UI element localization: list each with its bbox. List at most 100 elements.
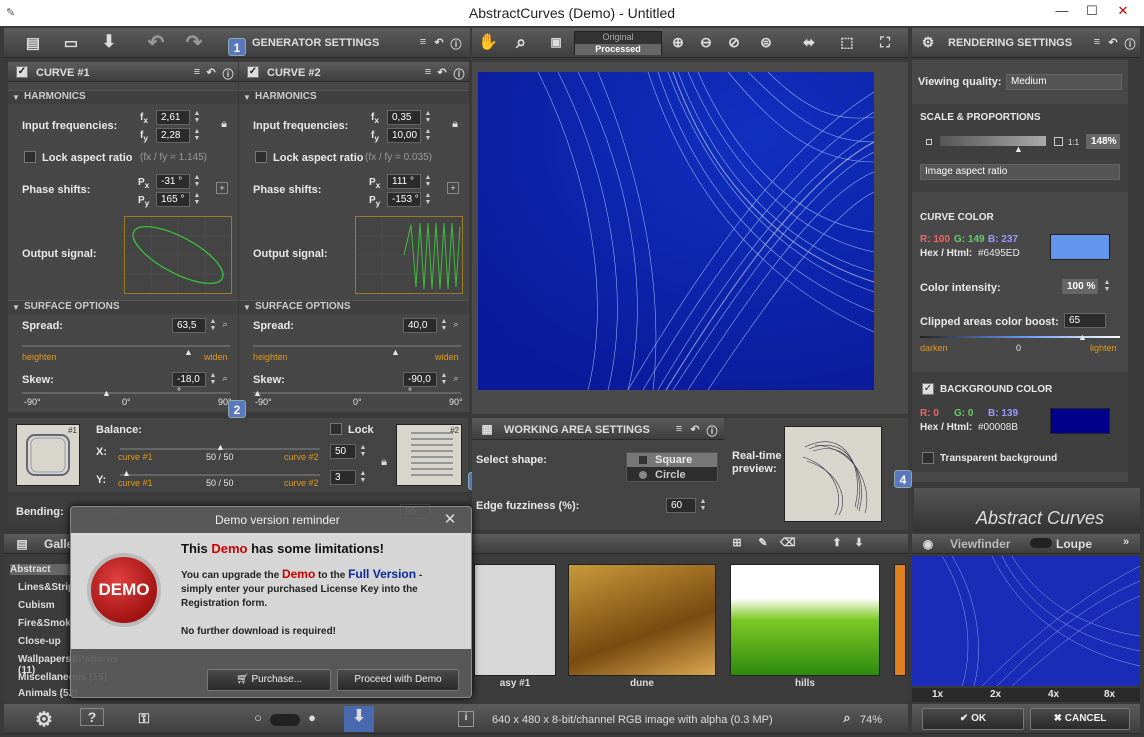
curve1-lock-aspect-checkbox[interactable]: [24, 151, 36, 163]
clipped-thumb[interactable]: ▲: [1078, 332, 1087, 342]
phase-link-icon[interactable]: +: [447, 182, 459, 194]
curve1-spread-stepper[interactable]: ▲ ▼: [208, 318, 218, 333]
fit-screen-icon[interactable]: ⬚: [836, 34, 858, 51]
balance-x-input[interactable]: 50: [330, 444, 356, 459]
curve1-fx-stepper[interactable]: ▲ ▼: [192, 110, 202, 125]
gallery-thumb-2[interactable]: [568, 564, 716, 676]
light-toggle[interactable]: [270, 714, 300, 726]
menu-icon[interactable]: ≡: [418, 36, 428, 48]
curve1-reset-icon[interactable]: ↶: [206, 66, 216, 79]
curve1-fx-input[interactable]: 2,61: [156, 110, 190, 125]
new-file-icon[interactable]: ▤: [24, 34, 42, 52]
original-processed-toggle[interactable]: Original Processed: [574, 31, 662, 55]
curve1-fy-stepper[interactable]: ▲ ▼: [192, 128, 202, 143]
zoom-in-icon[interactable]: ⊕: [670, 34, 686, 51]
bg-color-swatch[interactable]: [1050, 408, 1110, 434]
balance-y-input[interactable]: 3: [330, 470, 356, 485]
curve2-lock-aspect-checkbox[interactable]: [255, 151, 267, 163]
curve2-surface-section[interactable]: SURFACE OPTIONS: [239, 300, 469, 314]
edge-fuzziness-stepper[interactable]: ▲ ▼: [698, 498, 708, 513]
zoom-1x[interactable]: 1x: [932, 689, 943, 700]
working-reset-icon[interactable]: ↶: [690, 423, 700, 436]
expand-icon[interactable]: »: [1120, 536, 1132, 548]
shape-selector[interactable]: Square Circle: [626, 452, 718, 482]
curve1-thumbnail[interactable]: #1: [16, 424, 80, 486]
zoom-presets-icon[interactable]: ⊜: [756, 34, 776, 51]
curve1-spread-zoom-icon[interactable]: ⌕: [220, 319, 230, 330]
curve2-spread-slider[interactable]: [253, 345, 461, 347]
curve1-skew-slider[interactable]: [22, 392, 230, 394]
lock-icon[interactable]: 🔒︎: [218, 118, 230, 131]
rendering-reset-icon[interactable]: ↶: [1108, 36, 1118, 49]
gallery-add-icon[interactable]: ⊞: [730, 536, 744, 549]
shape-square-option[interactable]: Square: [627, 453, 717, 467]
gallery-thumb-3[interactable]: [730, 564, 880, 676]
balance-lock-checkbox[interactable]: [330, 423, 342, 435]
image-info-icon[interactable]: i: [458, 711, 474, 727]
demo-close-icon[interactable]: ✕: [441, 510, 459, 528]
balance-y-slider[interactable]: [120, 474, 320, 476]
undo-icon[interactable]: ↶: [144, 30, 168, 55]
export-download-icon[interactable]: ⬇: [344, 706, 374, 732]
curve2-spread-stepper[interactable]: ▲ ▼: [439, 318, 449, 333]
curve1-surface-section[interactable]: SURFACE OPTIONS: [8, 300, 238, 314]
curve2-fy-stepper[interactable]: ▲ ▼: [423, 128, 433, 143]
info-icon[interactable]: ⓘ: [450, 36, 462, 52]
curve2-skew-input[interactable]: -90,0 °: [403, 372, 437, 398]
curve2-px-stepper[interactable]: ▲ ▼: [423, 174, 433, 189]
viewfinder-label[interactable]: Viewfinder: [950, 537, 1010, 551]
clipped-input[interactable]: 65: [1064, 313, 1106, 328]
curve2-fx-input[interactable]: 0,35: [387, 110, 421, 125]
curve1-enable-checkbox[interactable]: ✓: [16, 66, 28, 78]
curve1-px-stepper[interactable]: ▲ ▼: [192, 174, 202, 189]
curve2-skew-stepper[interactable]: ▲ ▼: [439, 372, 449, 387]
working-info-icon[interactable]: ⓘ: [706, 423, 718, 439]
viewing-quality-select[interactable]: Medium: [1006, 74, 1122, 90]
canvas-area[interactable]: [472, 62, 908, 414]
curve1-harmonics-section[interactable]: HARMONICS: [8, 90, 238, 104]
image-view-icon[interactable]: ▣: [548, 35, 564, 49]
curve1-spread-thumb[interactable]: ▲: [184, 347, 193, 357]
rendering-menu-icon[interactable]: ≡: [1092, 36, 1102, 48]
purchase-button[interactable]: 🛒︎ Purchase...: [207, 669, 331, 691]
curve1-px-input[interactable]: -31 °: [156, 174, 190, 189]
phase-link-icon[interactable]: +: [216, 182, 228, 194]
zoom-reset-icon[interactable]: ⊘: [726, 34, 742, 51]
curve1-py-input[interactable]: 165 °: [156, 192, 190, 207]
curve2-thumbnail[interactable]: #2: [396, 424, 462, 486]
bulb-on-icon[interactable]: ●: [306, 710, 318, 725]
gallery-item[interactable]: Close-up: [18, 636, 61, 647]
curve2-fx-stepper[interactable]: ▲ ▼: [423, 110, 433, 125]
balance-y-thumb[interactable]: ▲: [122, 468, 131, 478]
gallery-download-icon[interactable]: ⬇: [852, 536, 866, 549]
curve2-harmonics-section[interactable]: HARMONICS: [239, 90, 469, 104]
rendering-info-icon[interactable]: ⓘ: [1124, 36, 1136, 52]
zoom-8x[interactable]: 8x: [1104, 689, 1115, 700]
curve2-py-stepper[interactable]: ▲ ▼: [423, 192, 433, 207]
gallery-edit-icon[interactable]: ✎: [756, 536, 770, 549]
balance-lock-icon[interactable]: 🔒︎: [378, 456, 390, 469]
curve1-py-stepper[interactable]: ▲ ▼: [192, 192, 202, 207]
color-intensity-stepper[interactable]: ▲ ▼: [1102, 279, 1112, 294]
curve1-spread-slider[interactable]: [22, 345, 230, 347]
license-key-icon[interactable]: ⚿: [130, 710, 158, 727]
curve1-skew-thumb[interactable]: ▲: [102, 388, 111, 398]
loupe-label[interactable]: Loupe: [1056, 537, 1092, 551]
curve1-skew-input[interactable]: -18,0 °: [172, 372, 206, 398]
help-icon[interactable]: ?: [80, 708, 104, 726]
curve1-fy-input[interactable]: 2,28: [156, 128, 190, 143]
working-menu-icon[interactable]: ≡: [674, 423, 684, 435]
curve1-menu-icon[interactable]: ≡: [192, 66, 202, 78]
scale-percent[interactable]: 148%: [1086, 134, 1120, 149]
balance-x-stepper[interactable]: ▲ ▼: [358, 444, 368, 459]
curve2-skew-zoom-icon[interactable]: ⌕: [451, 373, 461, 384]
open-folder-icon[interactable]: ▭: [62, 34, 80, 52]
curve2-px-input[interactable]: 111 °: [387, 174, 421, 189]
curve2-enable-checkbox[interactable]: ✓: [247, 66, 259, 78]
scale-thumb[interactable]: ▲: [1014, 144, 1023, 154]
curve-color-swatch[interactable]: [1050, 234, 1110, 260]
gallery-thumb-4[interactable]: [894, 564, 906, 676]
fullscreen-icon[interactable]: ⛶: [874, 34, 896, 51]
curve1-info-icon[interactable]: ⓘ: [222, 66, 234, 82]
edge-fuzziness-input[interactable]: 60: [666, 498, 696, 513]
